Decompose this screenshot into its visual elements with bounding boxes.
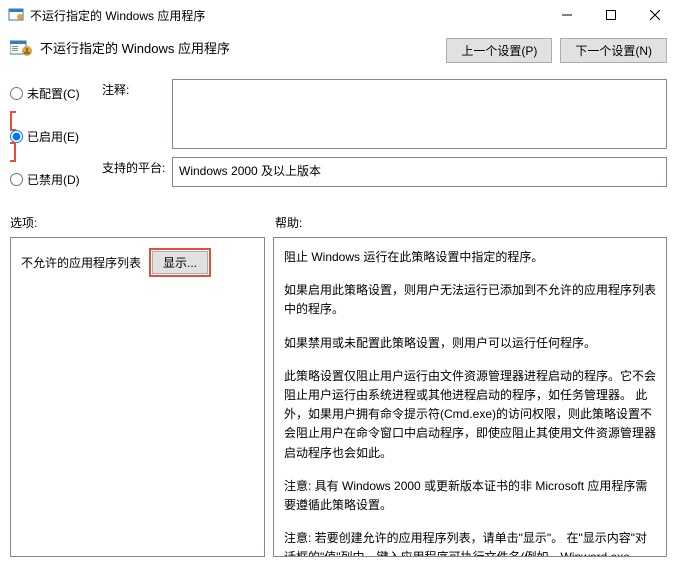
radio-disabled[interactable]: 已禁用(D) bbox=[10, 171, 102, 188]
help-paragraph: 此策略设置仅阻止用户运行由文件资源管理器进程启动的程序。它不会阻止用户运行由系统… bbox=[284, 367, 656, 463]
disallowed-list-label: 不允许的应用程序列表 bbox=[21, 254, 141, 271]
window-title: 不运行指定的 Windows 应用程序 bbox=[30, 7, 545, 24]
comment-label: 注释: bbox=[102, 79, 172, 149]
help-paragraph: 注意: 具有 Windows 2000 或更新版本证书的非 Microsoft … bbox=[284, 477, 656, 515]
show-button-highlight: 显示... bbox=[149, 248, 211, 277]
help-section-label: 帮助: bbox=[275, 214, 302, 231]
radio-not-configured-input[interactable] bbox=[10, 87, 23, 100]
next-setting-button[interactable]: 下一个设置(N) bbox=[560, 38, 667, 63]
radio-group: 未配置(C) 已启用(E) 已禁用(D) bbox=[10, 79, 102, 200]
enabled-highlight: 已启用(E) bbox=[10, 111, 102, 162]
policy-title: 不运行指定的 Windows 应用程序 bbox=[40, 38, 230, 57]
maximize-button[interactable] bbox=[589, 0, 633, 30]
options-section-label: 选项: bbox=[10, 214, 275, 231]
platform-label: 支持的平台: bbox=[102, 157, 172, 187]
previous-setting-button[interactable]: 上一个设置(P) bbox=[446, 38, 552, 63]
help-paragraph: 阻止 Windows 运行在此策略设置中指定的程序。 bbox=[284, 248, 656, 267]
radio-not-configured[interactable]: 未配置(C) bbox=[10, 85, 102, 102]
platform-box: Windows 2000 及以上版本 bbox=[172, 157, 667, 187]
options-panel: 不允许的应用程序列表 显示... bbox=[10, 237, 265, 557]
policy-icon bbox=[10, 40, 34, 56]
minimize-button[interactable] bbox=[545, 0, 589, 30]
app-icon bbox=[8, 7, 24, 23]
radio-enabled[interactable]: 已启用(E) bbox=[10, 128, 102, 145]
show-button[interactable]: 显示... bbox=[152, 251, 208, 274]
radio-disabled-input[interactable] bbox=[10, 173, 23, 186]
help-paragraph: 如果禁用或未配置此策略设置，则用户可以运行任何程序。 bbox=[284, 334, 656, 353]
help-panel: 阻止 Windows 运行在此策略设置中指定的程序。 如果启用此策略设置，则用户… bbox=[273, 237, 667, 557]
close-button[interactable] bbox=[633, 0, 677, 30]
help-paragraph: 注意: 若要创建允许的应用程序列表，请单击"显示"。 在"显示内容"对话框的"值… bbox=[284, 529, 656, 557]
radio-enabled-input[interactable] bbox=[10, 130, 23, 143]
help-paragraph: 如果启用此策略设置，则用户无法运行已添加到不允许的应用程序列表中的程序。 bbox=[284, 281, 656, 319]
header-row: 不运行指定的 Windows 应用程序 上一个设置(P) 下一个设置(N) bbox=[0, 30, 677, 79]
comment-textarea[interactable] bbox=[172, 79, 667, 149]
window-titlebar: 不运行指定的 Windows 应用程序 bbox=[0, 0, 677, 30]
